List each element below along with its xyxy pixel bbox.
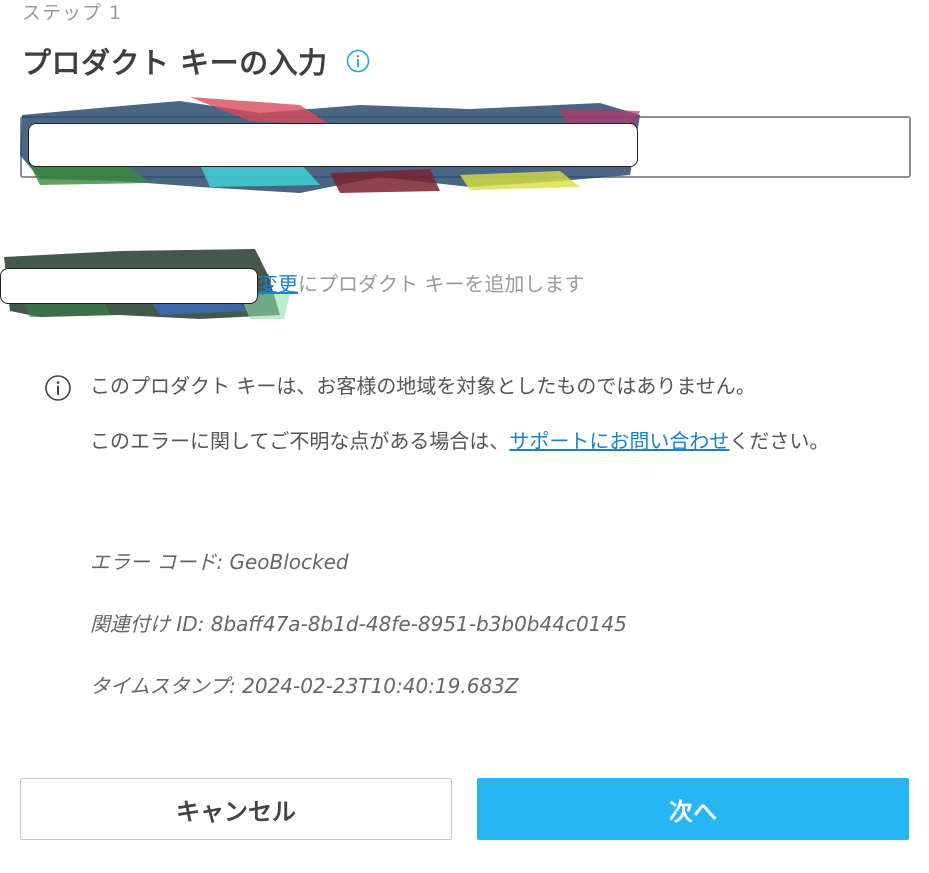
error-message: このプロダクト キーは、お客様の地域を対象としたものではありません。 [90, 374, 756, 398]
correlation-id: 関連付け ID: 8baff47a-8b1d-48fe-8951-b3b0b44… [90, 612, 627, 636]
title-row: プロダクト キーの入力 [22, 40, 370, 82]
error-help-suffix: ください。 [729, 429, 830, 453]
error-code: エラー コード: GeoBlocked [90, 550, 349, 574]
account-line-suffix: にプロダクト キーを追加します [298, 272, 585, 296]
page-title: プロダクト キーの入力 [22, 46, 328, 80]
info-icon[interactable] [346, 49, 370, 73]
cancel-button[interactable]: キャンセル [20, 778, 452, 840]
next-button[interactable]: 次へ [477, 778, 909, 840]
support-link[interactable]: サポートにお問い合わせ [509, 429, 729, 453]
error-help-text: このエラーに関してご不明な点がある場合は、サポートにお問い合わせください。 [90, 422, 890, 460]
key-redaction-box [28, 123, 638, 167]
account-line: 変更にプロダクト キーを追加します [258, 268, 584, 297]
account-redaction-box [0, 268, 258, 304]
timestamp: タイムスタンプ: 2024-02-23T10:40:19.683Z [90, 674, 519, 698]
change-account-link[interactable]: 変更 [258, 272, 298, 296]
step-label: ステップ 1 [22, 2, 123, 24]
error-info-icon [44, 374, 72, 402]
error-help-prefix: このエラーに関してご不明な点がある場合は、 [90, 429, 510, 453]
